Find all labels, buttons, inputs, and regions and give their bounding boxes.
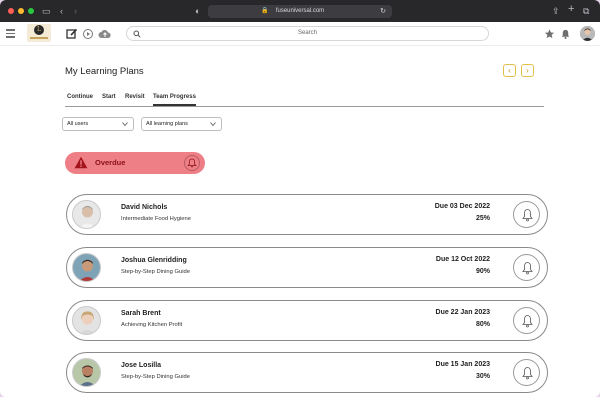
chevron-down-icon xyxy=(210,122,216,127)
learner-row[interactable]: Jose Losilla Step-by-Step Dining Guide D… xyxy=(66,352,548,393)
page-title: My Learning Plans xyxy=(65,66,144,77)
learner-name: Joshua Glenridding xyxy=(121,257,187,264)
previous-button[interactable]: ‹ xyxy=(503,64,516,77)
tab-start[interactable]: Start xyxy=(102,94,116,100)
chevron-down-icon xyxy=(122,122,128,127)
learner-course: Achieving Kitchen Profit xyxy=(121,322,183,328)
learner-avatar xyxy=(72,306,101,335)
logo-monogram: L xyxy=(34,25,44,35)
learner-name: David Nichols xyxy=(121,204,168,211)
learner-due-date: Due 22 Jan 2023 xyxy=(435,309,490,316)
new-tab-icon[interactable]: + xyxy=(568,3,574,15)
close-window-button[interactable] xyxy=(8,8,14,14)
edit-icon[interactable] xyxy=(66,28,78,40)
hamburger-menu-icon[interactable] xyxy=(6,29,15,38)
cloud-upload-icon[interactable] xyxy=(98,28,112,40)
next-button[interactable]: › xyxy=(521,64,534,77)
search-bar[interactable]: Search xyxy=(126,26,489,41)
remind-button[interactable] xyxy=(513,307,540,334)
bell-icon xyxy=(522,367,533,380)
users-filter-value: All users xyxy=(67,121,89,127)
learner-course: Step-by-Step Dining Guide xyxy=(121,374,190,380)
tab-bar: Continue Start Revisit Team Progress xyxy=(65,92,544,107)
address-bar[interactable]: 🔒 fuseuniversal.com ↻ xyxy=(208,5,392,18)
back-icon[interactable]: ‹ xyxy=(60,5,63,17)
learner-row[interactable]: Joshua Glenridding Step-by-Step Dining G… xyxy=(66,247,548,288)
bell-icon xyxy=(187,158,197,168)
learner-course: Step-by-Step Dining Guide xyxy=(121,269,190,275)
learner-avatar xyxy=(72,358,101,387)
learner-avatar xyxy=(72,200,101,229)
minimize-window-button[interactable] xyxy=(18,8,24,14)
learner-due-date: Due 03 Dec 2022 xyxy=(434,203,490,210)
app-toolbar: L Search xyxy=(0,22,600,46)
tab-revisit[interactable]: Revisit xyxy=(125,94,145,100)
learner-course: Intermediate Food Hygiene xyxy=(121,216,191,222)
learner-row[interactable]: Sarah Brent Achieving Kitchen Profit Due… xyxy=(66,300,548,341)
tab-continue[interactable]: Continue xyxy=(67,94,93,100)
overdue-remind-button[interactable] xyxy=(184,155,200,171)
tab-team-progress[interactable]: Team Progress xyxy=(153,94,196,106)
share-icon[interactable]: ⇪ xyxy=(552,5,560,17)
sidebar-toggle-icon[interactable]: ▭ xyxy=(42,5,51,17)
notification-bell-icon[interactable] xyxy=(560,28,571,40)
plans-filter-value: All learning plans xyxy=(146,121,188,127)
browser-titlebar: ▭ ‹ › ◐ 🔒 fuseuniversal.com ↻ ⇪ + ⧉ xyxy=(0,0,600,22)
maximize-window-button[interactable] xyxy=(28,8,34,14)
warning-icon xyxy=(74,156,88,169)
plans-filter-dropdown[interactable]: All learning plans xyxy=(141,117,222,131)
lock-icon: 🔒 xyxy=(261,8,269,14)
users-filter-dropdown[interactable]: All users xyxy=(62,117,134,131)
learner-progress: 80% xyxy=(475,321,490,328)
privacy-shield-icon[interactable]: ◐ xyxy=(195,5,200,17)
search-placeholder: Search xyxy=(297,30,317,36)
learner-due-date: Due 15 Jan 2023 xyxy=(435,361,490,368)
learner-name: Jose Losilla xyxy=(121,362,162,369)
search-icon xyxy=(133,30,141,38)
learner-row[interactable]: David Nichols Intermediate Food Hygiene … xyxy=(66,194,548,235)
remind-button[interactable] xyxy=(513,359,540,386)
forward-icon[interactable]: › xyxy=(74,5,77,17)
learner-progress: 30% xyxy=(475,373,490,380)
overdue-label: Overdue xyxy=(95,158,126,167)
url-text: fuseuniversal.com xyxy=(275,8,325,14)
reload-icon[interactable]: ↻ xyxy=(380,5,386,18)
learner-name: Sarah Brent xyxy=(121,310,161,317)
overdue-badge[interactable]: Overdue xyxy=(65,152,205,174)
learner-progress: 25% xyxy=(475,215,490,222)
bell-icon xyxy=(522,315,533,328)
remind-button[interactable] xyxy=(513,254,540,281)
bell-icon xyxy=(522,262,533,275)
user-avatar[interactable] xyxy=(580,26,595,41)
learner-avatar xyxy=(72,253,101,282)
play-icon[interactable] xyxy=(82,28,94,40)
browser-window: ▭ ‹ › ◐ 🔒 fuseuniversal.com ↻ ⇪ + ⧉ L Se… xyxy=(0,0,600,397)
learner-progress: 90% xyxy=(475,268,490,275)
remind-button[interactable] xyxy=(513,201,540,228)
star-icon[interactable] xyxy=(544,28,555,40)
learner-due-date: Due 12 Oct 2022 xyxy=(435,256,490,263)
brand-logo[interactable]: L xyxy=(27,24,51,42)
bell-icon xyxy=(522,209,533,222)
tab-overview-icon[interactable]: ⧉ xyxy=(583,5,589,17)
